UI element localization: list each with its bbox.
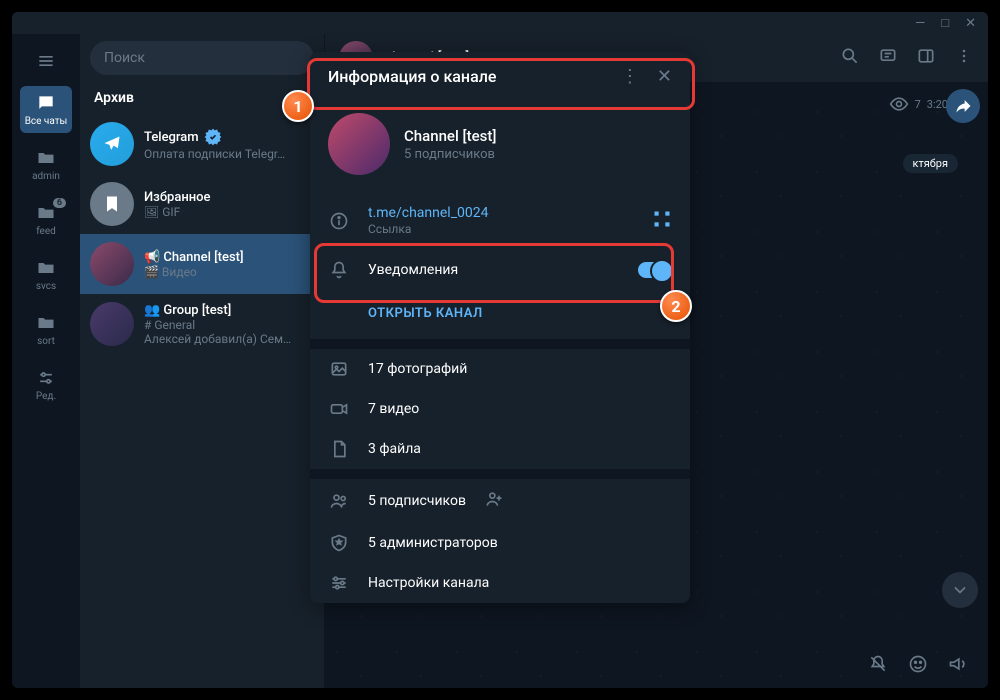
folder-label: svcs (36, 281, 56, 292)
titlebar: — □ ✕ (12, 12, 988, 34)
more-icon[interactable] (954, 46, 974, 70)
search-input[interactable] (90, 41, 314, 75)
date-pill: ктября (903, 154, 958, 173)
folder-edit[interactable]: Ред. (20, 361, 72, 408)
emoji-icon[interactable] (908, 654, 928, 678)
shield-icon (328, 533, 350, 553)
chat-item-channel[interactable]: 📢 Channel [test] 🎬 Видео (80, 234, 324, 294)
scroll-down-button[interactable] (942, 572, 978, 608)
chats-icon (35, 92, 57, 114)
panel-link-row[interactable]: t.me/channel_0024 Ссылка (310, 193, 690, 248)
eye-icon (889, 94, 909, 114)
panel-header: Информация о канале ⋮ ✕ (310, 52, 690, 101)
comments-icon[interactable] (878, 46, 898, 70)
folder-label: admin (32, 171, 60, 182)
avatar (90, 242, 134, 286)
panel-admins-row[interactable]: 5 администраторов (310, 523, 690, 563)
maximize-button[interactable]: □ (941, 15, 949, 31)
chat-title: Telegram (144, 130, 199, 145)
sidebar-toggle-icon[interactable] (916, 46, 936, 70)
chat-subtitle: # General (144, 318, 314, 332)
minimize-button[interactable]: — (915, 16, 925, 31)
info-icon (328, 211, 350, 231)
chat-subtitle: 🖼 GIF (144, 205, 314, 219)
bell-icon (328, 260, 350, 280)
chat-title: Избранное (144, 190, 314, 205)
folder-icon (35, 312, 57, 334)
folder-label: feed (36, 226, 56, 237)
videos-count: 7 видео (368, 401, 419, 417)
notifications-label: Уведомления (368, 262, 620, 278)
add-user-icon[interactable] (484, 489, 504, 513)
footer-actions (868, 654, 968, 678)
folder-label: sort (37, 336, 55, 347)
folder-feed[interactable]: 6 feed (20, 196, 72, 243)
chat-subtitle-2: Алексей добавил(а) Сем… (144, 332, 314, 346)
settings-sliders-icon (35, 367, 57, 389)
panel-photos-row[interactable]: 17 фотографий (310, 349, 690, 389)
hamburger-menu[interactable] (20, 44, 72, 78)
menu-icon (35, 50, 57, 72)
chat-list: Архив Telegram Оплата подписки Telegr… И… (80, 34, 325, 688)
close-window-button[interactable]: ✕ (965, 16, 976, 31)
subscribers-count: 5 подписчиков (368, 493, 466, 509)
channel-info-panel: Информация о канале ⋮ ✕ Channel [test] 5… (310, 52, 690, 603)
photo-icon (328, 359, 350, 379)
folders-sidebar: Все чаты admin 6 feed svcs sort Ред. (12, 34, 80, 688)
share-button[interactable] (946, 89, 980, 123)
channel-link: t.me/channel_0024 (368, 205, 634, 221)
admins-count: 5 администраторов (368, 535, 498, 551)
unread-badge: 6 (53, 198, 66, 208)
open-channel-button[interactable]: ОТКРЫТЬ КАНАЛ (310, 292, 690, 339)
chat-item-saved[interactable]: Избранное 🖼 GIF (80, 174, 324, 234)
panel-close-icon[interactable]: ✕ (657, 66, 672, 87)
file-icon (328, 439, 350, 459)
folder-label: Ред. (36, 391, 56, 402)
panel-channel-name: Channel [test] (404, 127, 496, 145)
archive-header[interactable]: Архив (80, 82, 324, 114)
folder-sort[interactable]: sort (20, 306, 72, 353)
panel-notifications-row[interactable]: Уведомления (310, 248, 690, 292)
chat-title: 👥 Group [test] (144, 303, 314, 318)
chat-subtitle: Оплата подписки Telegr… (144, 147, 314, 161)
video-icon (328, 399, 350, 419)
avatar (90, 302, 134, 346)
people-icon (328, 491, 350, 511)
folder-icon (35, 147, 57, 169)
folder-admin[interactable]: admin (20, 141, 72, 188)
folder-icon (35, 257, 57, 279)
panel-files-row[interactable]: 3 файла (310, 429, 690, 469)
panel-settings-row[interactable]: Настройки канала (310, 563, 690, 603)
folder-all-chats[interactable]: Все чаты (20, 86, 72, 133)
panel-videos-row[interactable]: 7 видео (310, 389, 690, 429)
files-count: 3 файла (368, 441, 421, 457)
avatar (90, 182, 134, 226)
search-bar (80, 34, 324, 82)
panel-more-icon[interactable]: ⋮ (621, 66, 639, 87)
broadcast-icon[interactable] (948, 654, 968, 678)
panel-avatar (328, 113, 390, 175)
qr-icon[interactable] (652, 209, 672, 233)
chat-item-group[interactable]: 👥 Group [test] # General Алексей добавил… (80, 294, 324, 354)
link-label: Ссылка (368, 222, 634, 236)
sliders-icon (328, 573, 350, 593)
chat-title: 📢 Channel [test] (144, 250, 314, 265)
panel-members-count: 5 подписчиков (404, 147, 496, 162)
chat-subtitle: 🎬 Видео (144, 265, 314, 279)
chat-item-telegram[interactable]: Telegram Оплата подписки Telegr… (80, 114, 324, 174)
folder-label: Все чаты (25, 116, 68, 127)
photos-count: 17 фотографий (368, 361, 467, 377)
folder-svcs[interactable]: svcs (20, 251, 72, 298)
panel-profile[interactable]: Channel [test] 5 подписчиков (310, 101, 690, 193)
panel-subscribers-row[interactable]: 5 подписчиков (310, 479, 690, 523)
channel-settings-label: Настройки канала (368, 575, 489, 591)
mute-icon[interactable] (868, 654, 888, 678)
notifications-toggle[interactable] (638, 262, 672, 278)
message-meta: 7 3:20 (889, 94, 948, 114)
search-icon[interactable] (840, 46, 860, 70)
panel-title: Информация о канале (328, 67, 496, 86)
avatar (90, 122, 134, 166)
verified-icon (203, 127, 223, 147)
